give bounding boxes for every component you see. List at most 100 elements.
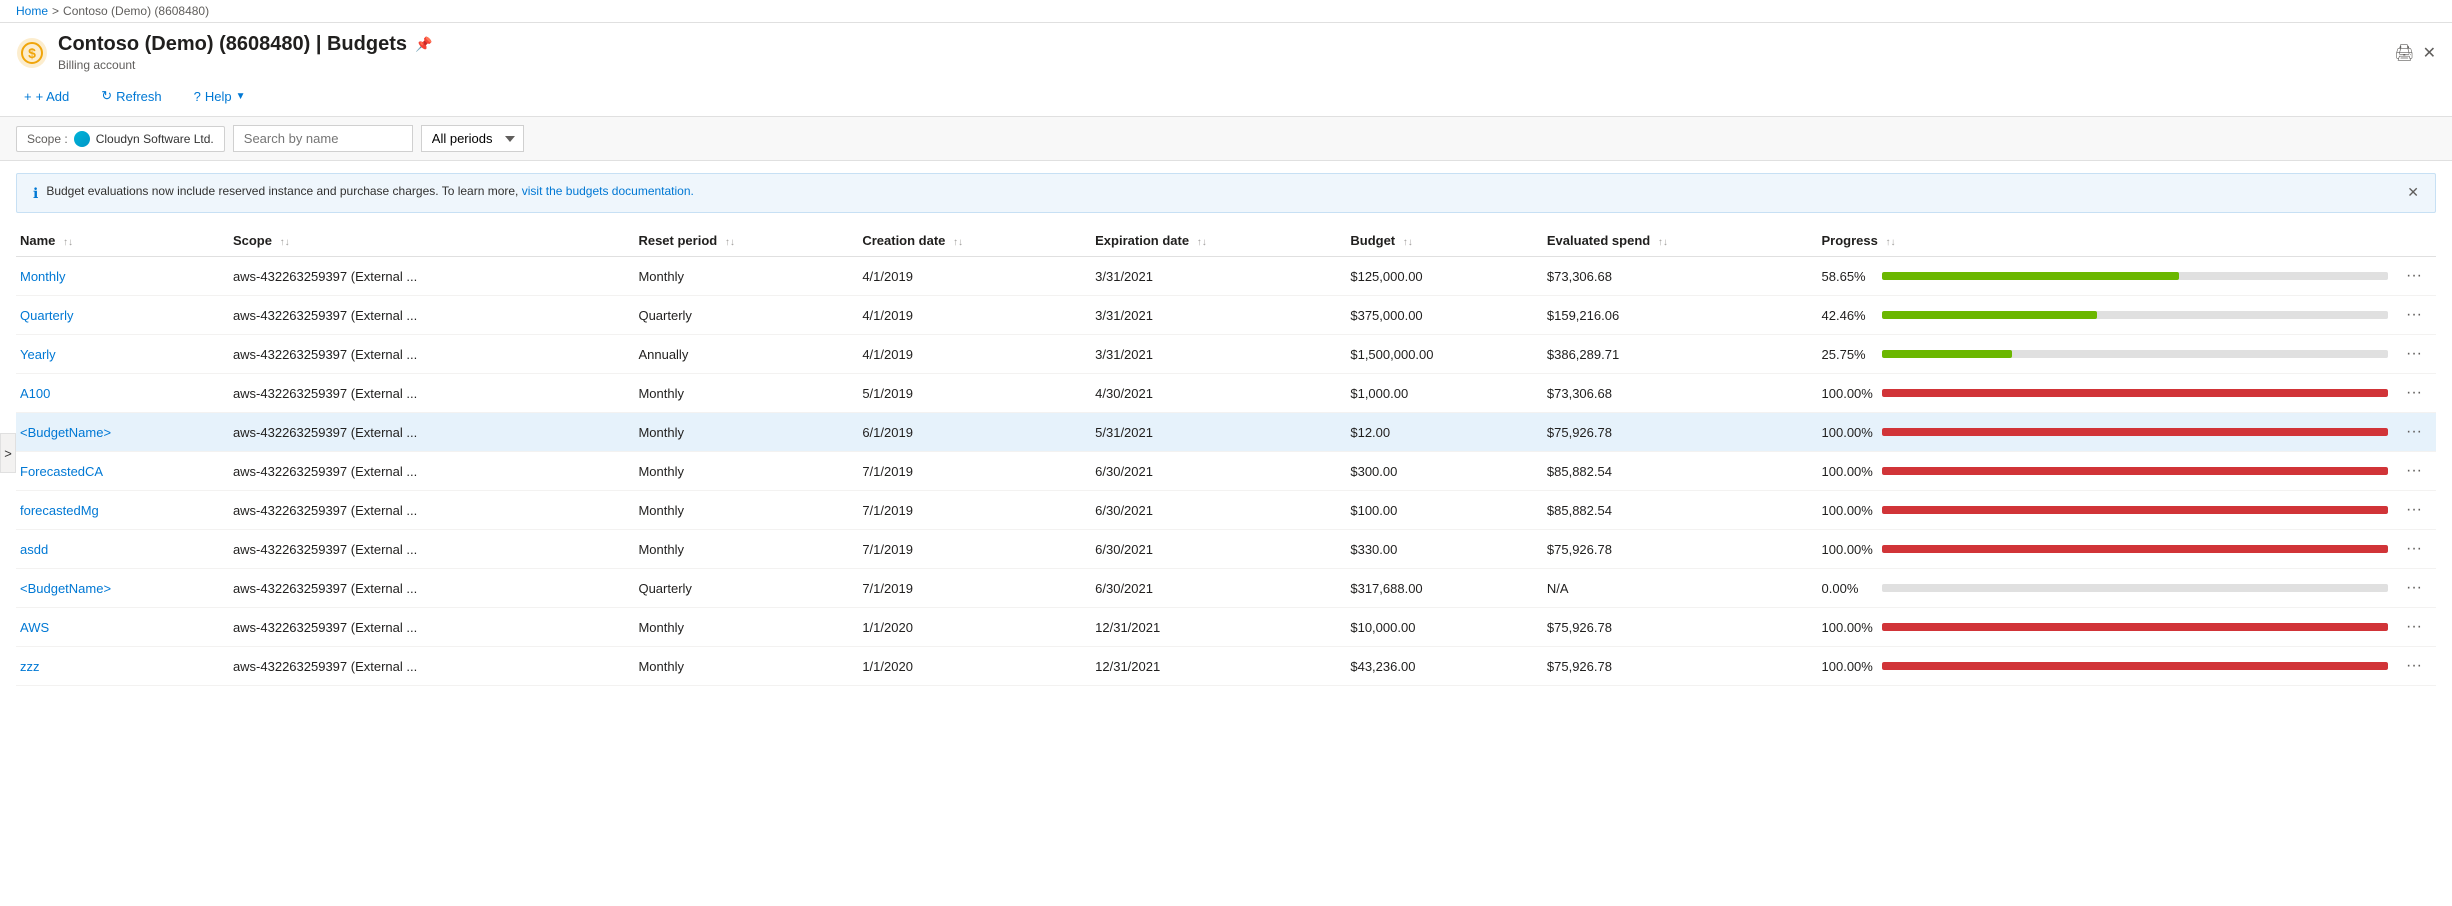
cell-more: ··· (2396, 608, 2436, 647)
cell-expiration-date: 6/30/2021 (1091, 491, 1346, 530)
col-actions (2396, 225, 2436, 257)
cell-more: ··· (2396, 647, 2436, 686)
budget-name-link[interactable]: <BudgetName> (20, 425, 111, 440)
more-button[interactable]: ··· (2400, 382, 2428, 404)
progress-cell: 100.00% (1822, 464, 2388, 479)
budget-name-link[interactable]: <BudgetName> (20, 581, 111, 596)
add-button[interactable]: + + Add (16, 85, 77, 108)
cell-progress: 100.00% (1818, 491, 2396, 530)
cell-progress: 100.00% (1818, 608, 2396, 647)
sidebar-toggle[interactable]: > (0, 433, 16, 473)
budget-name-link[interactable]: AWS (20, 620, 49, 635)
cell-budget: $375,000.00 (1346, 296, 1543, 335)
budget-name-link[interactable]: Monthly (20, 269, 66, 284)
col-creation-date: Creation date ↑↓ (858, 225, 1091, 257)
col-expiration-date-sort[interactable]: ↑↓ (1197, 237, 1207, 248)
progress-percent: 0.00% (1822, 581, 1874, 596)
cell-scope: aws-432263259397 (External ... (229, 374, 635, 413)
progress-bar-fill (1882, 389, 2388, 397)
budget-name-link[interactable]: asdd (20, 542, 48, 557)
cell-expiration-date: 12/31/2021 (1091, 647, 1346, 686)
col-expiration-date: Expiration date ↑↓ (1091, 225, 1346, 257)
cell-progress: 100.00% (1818, 374, 2396, 413)
budget-name-link[interactable]: zzz (20, 659, 40, 674)
table-row: Quarterlyaws-432263259397 (External ...Q… (16, 296, 2436, 335)
more-button[interactable]: ··· (2400, 538, 2428, 560)
cell-reset-period: Monthly (634, 491, 858, 530)
breadcrumb-home[interactable]: Home (16, 4, 48, 18)
cell-reset-period: Quarterly (634, 296, 858, 335)
cell-name: ForecastedCA (16, 452, 229, 491)
refresh-button[interactable]: ↻ Refresh (93, 84, 169, 108)
print-button[interactable]: 🖨 (2394, 43, 2414, 63)
table-row: <BudgetName>aws-432263259397 (External .… (16, 413, 2436, 452)
col-evaluated-spend-label: Evaluated spend (1547, 233, 1650, 248)
cell-more: ··· (2396, 452, 2436, 491)
more-button[interactable]: ··· (2400, 304, 2428, 326)
col-creation-date-sort[interactable]: ↑↓ (953, 237, 963, 248)
cell-more: ··· (2396, 296, 2436, 335)
col-evaluated-spend-sort[interactable]: ↑↓ (1658, 237, 1668, 248)
progress-cell: 0.00% (1822, 581, 2388, 596)
budget-name-link[interactable]: Yearly (20, 347, 56, 362)
cell-evaluated-spend: $75,926.78 (1543, 608, 1818, 647)
period-select[interactable]: All periods Monthly Quarterly Annually (421, 125, 524, 152)
col-scope: Scope ↑↓ (229, 225, 635, 257)
progress-percent: 25.75% (1822, 347, 1874, 362)
toolbar: + + Add ↻ Refresh ? Help ▼ (0, 76, 2452, 117)
progress-cell: 100.00% (1822, 620, 2388, 635)
col-progress-sort[interactable]: ↑↓ (1886, 237, 1896, 248)
refresh-label: Refresh (116, 89, 162, 104)
info-link[interactable]: visit the budgets documentation. (522, 184, 694, 198)
cell-name: <BudgetName> (16, 569, 229, 608)
budget-name-link[interactable]: forecastedMg (20, 503, 99, 518)
help-button[interactable]: ? Help ▼ (186, 85, 254, 108)
table-row: ForecastedCAaws-432263259397 (External .… (16, 452, 2436, 491)
more-button[interactable]: ··· (2400, 655, 2428, 677)
col-budget-label: Budget (1350, 233, 1395, 248)
more-button[interactable]: ··· (2400, 343, 2428, 365)
col-scope-sort[interactable]: ↑↓ (280, 237, 290, 248)
cell-budget: $317,688.00 (1346, 569, 1543, 608)
cell-evaluated-spend: $73,306.68 (1543, 374, 1818, 413)
progress-cell: 100.00% (1822, 386, 2388, 401)
cell-creation-date: 4/1/2019 (858, 335, 1091, 374)
col-reset-period-sort[interactable]: ↑↓ (725, 237, 735, 248)
add-icon: + (24, 89, 32, 104)
cell-budget: $300.00 (1346, 452, 1543, 491)
cell-evaluated-spend: $75,926.78 (1543, 413, 1818, 452)
svg-text:$: $ (28, 45, 36, 61)
cell-more: ··· (2396, 491, 2436, 530)
search-input[interactable] (233, 125, 413, 152)
more-button[interactable]: ··· (2400, 616, 2428, 638)
more-button[interactable]: ··· (2400, 265, 2428, 287)
help-chevron-icon: ▼ (236, 91, 246, 102)
progress-percent: 100.00% (1822, 542, 1874, 557)
scope-selector[interactable]: Scope : Cloudyn Software Ltd. (16, 126, 225, 152)
cell-expiration-date: 3/31/2021 (1091, 296, 1346, 335)
cell-scope: aws-432263259397 (External ... (229, 491, 635, 530)
more-button[interactable]: ··· (2400, 421, 2428, 443)
more-button[interactable]: ··· (2400, 499, 2428, 521)
col-scope-label: Scope (233, 233, 272, 248)
col-budget-sort[interactable]: ↑↓ (1403, 237, 1413, 248)
breadcrumb-separator: > (52, 4, 59, 18)
cell-progress: 100.00% (1818, 647, 2396, 686)
cell-evaluated-spend: $75,926.78 (1543, 647, 1818, 686)
progress-cell: 100.00% (1822, 542, 2388, 557)
pin-icon[interactable]: 📌 (415, 36, 432, 53)
more-button[interactable]: ··· (2400, 460, 2428, 482)
more-button[interactable]: ··· (2400, 577, 2428, 599)
close-window-button[interactable]: ✕ (2423, 43, 2436, 63)
budget-name-link[interactable]: A100 (20, 386, 50, 401)
info-banner-close[interactable]: ✕ (2407, 184, 2419, 201)
cell-progress: 100.00% (1818, 413, 2396, 452)
progress-bar-wrap (1882, 428, 2388, 436)
progress-bar-fill (1882, 623, 2388, 631)
progress-bar-fill (1882, 272, 2179, 280)
budget-name-link[interactable]: Quarterly (20, 308, 73, 323)
cell-creation-date: 7/1/2019 (858, 491, 1091, 530)
budget-name-link[interactable]: ForecastedCA (20, 464, 103, 479)
cell-scope: aws-432263259397 (External ... (229, 296, 635, 335)
col-name-sort[interactable]: ↑↓ (63, 237, 73, 248)
